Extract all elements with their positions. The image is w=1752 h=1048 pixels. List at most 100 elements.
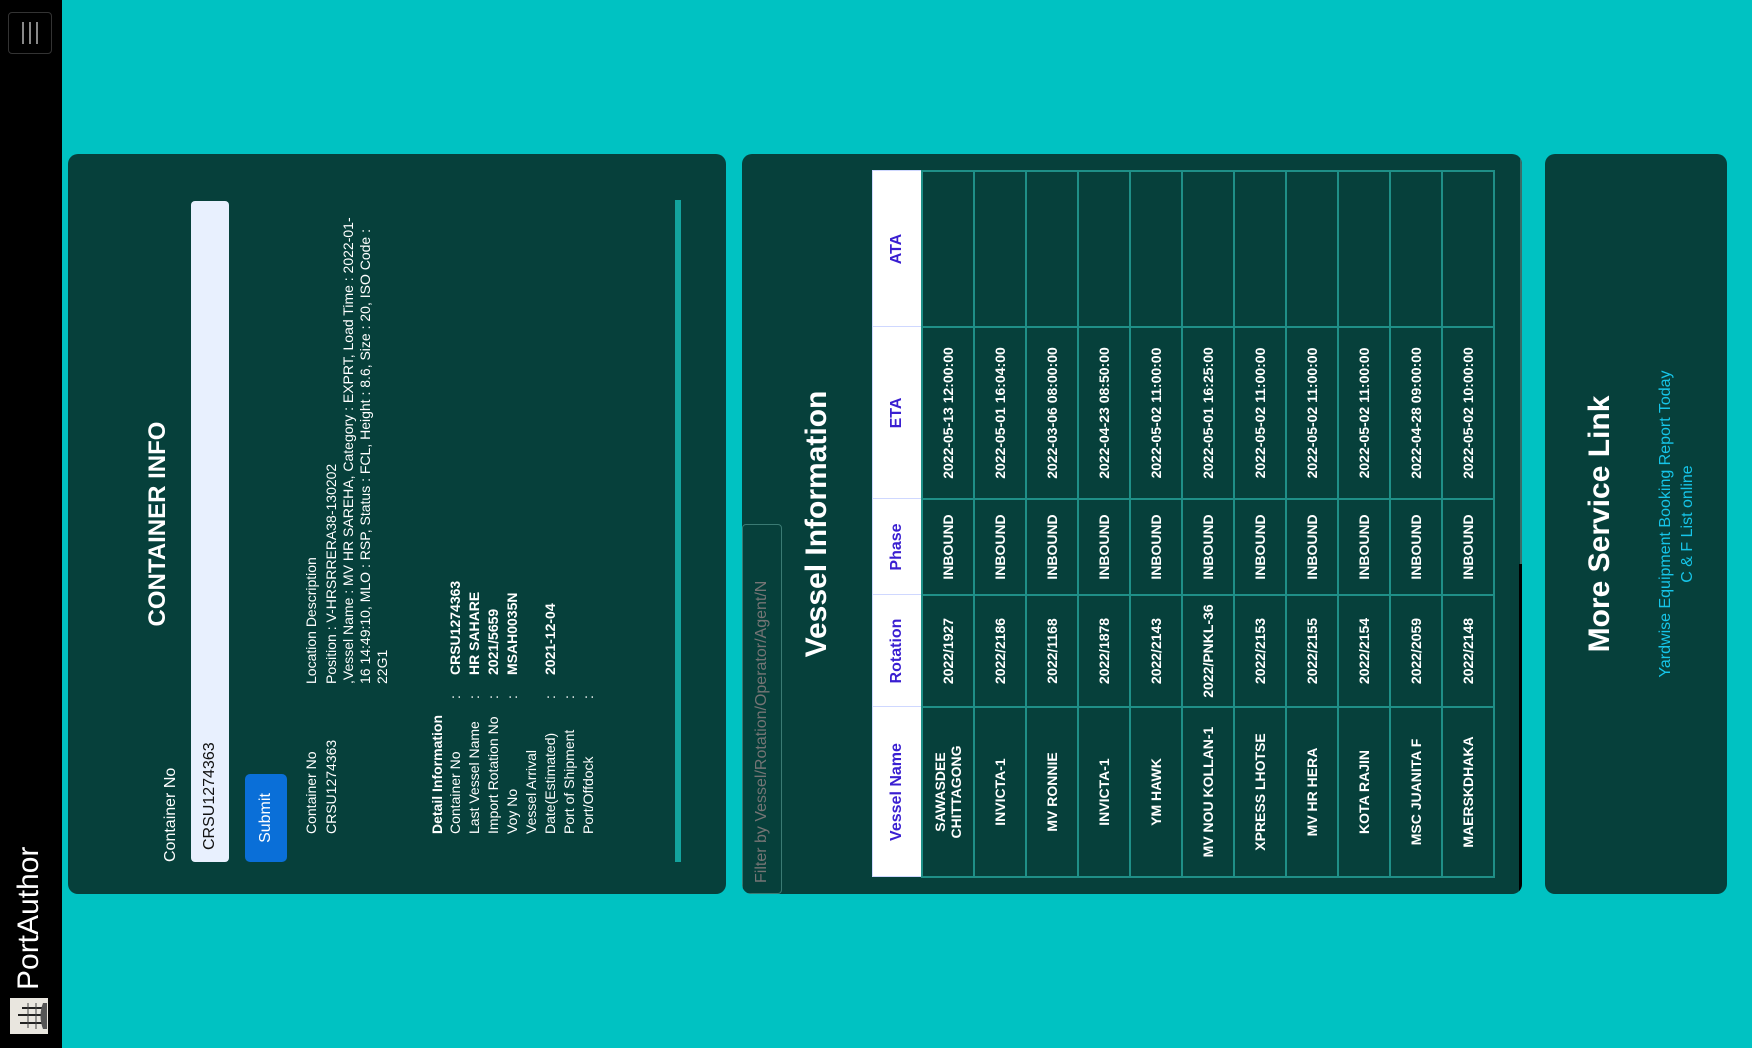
table-row[interactable]: MV HR HERA 2022/2155 INBOUND 2022-05-02 11:… bbox=[1286, 171, 1338, 877]
ata-cell bbox=[1286, 171, 1338, 327]
vessel-name-cell: MSC JUANITA F bbox=[1390, 707, 1442, 877]
detail-colon: : bbox=[561, 695, 577, 699]
column-header-rotation[interactable]: Rotation bbox=[872, 595, 922, 707]
table-row[interactable]: YM HAWK 2022/2143 INBOUND 2022-05-02 11:00:… bbox=[1130, 171, 1182, 877]
eta-cell: 2022-05-13 12:00:00 bbox=[922, 327, 974, 499]
service-links-panel: More Service Link Yardwise Equipment Boo… bbox=[1545, 154, 1727, 894]
table-row[interactable]: KOTA RAJIN 2022/2154 INBOUND 2022-05-02 11:… bbox=[1338, 171, 1390, 877]
column-header-eta[interactable]: ETA bbox=[872, 327, 922, 499]
detail-row: Vessel Arrival bbox=[523, 204, 542, 834]
location-header-description: Location Description bbox=[303, 557, 319, 684]
menu-button[interactable] bbox=[8, 12, 52, 54]
detail-value: 2021/5659 bbox=[485, 608, 501, 675]
rotation-cell: 2022/2143 bbox=[1130, 595, 1182, 707]
cf-list-link[interactable]: C & F List online bbox=[1677, 154, 1699, 894]
detail-colon: : bbox=[466, 695, 482, 699]
vessel-name-cell: SAWASDEE CHITTAGONG bbox=[922, 707, 974, 877]
eta-cell: 2022-04-28 09:00:00 bbox=[1390, 327, 1442, 499]
ata-cell bbox=[1026, 171, 1078, 327]
detail-row: Last Vessel Name: HR SAHARE bbox=[466, 204, 485, 834]
service-links-title: More Service Link bbox=[1583, 395, 1616, 653]
vessel-table: Vessel Name Rotation Phase ETA ATA SAWAS… bbox=[872, 170, 1495, 878]
phase-cell: INBOUND bbox=[1286, 499, 1338, 595]
ata-cell bbox=[922, 171, 974, 327]
phase-cell: INBOUND bbox=[1234, 499, 1286, 595]
detail-value: HR SAHARE bbox=[466, 591, 482, 675]
vessel-name-cell: YM HAWK bbox=[1130, 707, 1182, 877]
detail-colon: : bbox=[447, 695, 463, 699]
detail-row: Import Rotation No: 2021/5659 bbox=[485, 204, 504, 834]
ata-cell bbox=[1130, 171, 1182, 327]
brand-name: PortAuthor bbox=[12, 846, 45, 990]
detail-label: Port of Shipment bbox=[561, 729, 577, 834]
container-no-label: Container No bbox=[162, 767, 179, 862]
detail-label: Container No bbox=[447, 751, 463, 835]
table-row[interactable]: INVICTA-1 2022/2186 INBOUND 2022-05-01 16:0… bbox=[974, 171, 1026, 877]
rotation-cell: 2022/2154 bbox=[1338, 595, 1390, 707]
phase-cell: INBOUND bbox=[1078, 499, 1130, 595]
eta-cell: 2022-05-02 11:00:00 bbox=[1234, 327, 1286, 499]
eta-cell: 2022-05-02 10:00:00 bbox=[1442, 327, 1494, 499]
navbar: PortAuthor bbox=[0, 0, 62, 1048]
table-row[interactable]: MV NOU KOLLAN-1 2022/PNKL-36 INBOUND 2022-0… bbox=[1182, 171, 1234, 877]
table-row[interactable]: MAERSKDHAKA 2022/2148 INBOUND 2022-05-02 10… bbox=[1442, 171, 1494, 877]
detail-row: Port of Shipment: bbox=[561, 204, 580, 834]
location-details: ,Vessel Name : MV HR SAREHA, Category : … bbox=[340, 217, 390, 684]
eta-cell: 2022-05-01 16:25:00 bbox=[1182, 327, 1234, 499]
table-row[interactable]: XPRESS LHOTSE 2022/2153 INBOUND 2022-05-02 … bbox=[1234, 171, 1286, 877]
rotation-cell: 2022/2059 bbox=[1390, 595, 1442, 707]
port-logo-icon bbox=[10, 998, 48, 1034]
column-header-ata[interactable]: ATA bbox=[872, 171, 922, 327]
ata-cell bbox=[1234, 171, 1286, 327]
rotation-cell: 2022/2155 bbox=[1286, 595, 1338, 707]
table-scrollbar-thumb[interactable] bbox=[1519, 564, 1522, 894]
column-header-vessel-name[interactable]: Vessel Name bbox=[872, 707, 922, 877]
vessel-name-cell: XPRESS LHOTSE bbox=[1234, 707, 1286, 877]
detail-label: Date(Estimated) bbox=[542, 732, 558, 834]
detail-row: Date(Estimated): 2021-12-04 bbox=[542, 204, 561, 834]
vessel-name-cell: INVICTA-1 bbox=[1078, 707, 1130, 877]
rotation-cell: 2022/2186 bbox=[974, 595, 1026, 707]
hamburger-icon bbox=[22, 22, 38, 44]
brand[interactable]: PortAuthor bbox=[10, 847, 48, 1034]
submit-button[interactable]: Submit bbox=[245, 774, 287, 862]
ata-cell bbox=[1182, 171, 1234, 327]
yardwise-report-link[interactable]: Yardwise Equipment Booking Report Today bbox=[1655, 154, 1677, 894]
location-header-container: Container No bbox=[303, 751, 319, 835]
detail-colon bbox=[523, 675, 542, 699]
panel-scrollbar[interactable] bbox=[675, 200, 681, 862]
detail-title: Detail Information bbox=[429, 714, 445, 834]
column-header-phase[interactable]: Phase bbox=[872, 499, 922, 595]
container-result: Container No Location Description CRSU12… bbox=[303, 204, 599, 834]
vessel-name-cell: KOTA RAJIN bbox=[1338, 707, 1390, 877]
phase-cell: INBOUND bbox=[1130, 499, 1182, 595]
detail-information: Detail Information Container No: CRSU1274… bbox=[429, 204, 599, 834]
eta-cell: 2022-04-23 08:50:00 bbox=[1078, 327, 1130, 499]
detail-colon: : bbox=[542, 695, 558, 699]
phase-cell: INBOUND bbox=[1182, 499, 1234, 595]
container-no-input[interactable] bbox=[191, 201, 229, 862]
phase-cell: INBOUND bbox=[1026, 499, 1078, 595]
vessel-filter-input[interactable] bbox=[742, 524, 782, 894]
ata-cell bbox=[1390, 171, 1442, 327]
phase-cell: INBOUND bbox=[974, 499, 1026, 595]
table-row[interactable]: MV RONNIE 2022/1168 INBOUND 2022-03-06 08:0… bbox=[1026, 171, 1078, 877]
eta-cell: 2022-05-01 16:04:00 bbox=[974, 327, 1026, 499]
table-row[interactable]: MSC JUANITA F 2022/2059 INBOUND 2022-04-28 … bbox=[1390, 171, 1442, 877]
detail-label: Port/Offdock bbox=[580, 756, 596, 834]
table-row[interactable]: SAWASDEE CHITTAGONG 2022/1927 INBOUND 2022-… bbox=[922, 171, 974, 877]
ata-cell bbox=[1442, 171, 1494, 327]
vessel-name-cell: MV NOU KOLLAN-1 bbox=[1182, 707, 1234, 877]
vessel-info-panel: Vessel Information Vessel Name Rotation … bbox=[742, 154, 1522, 894]
ata-cell bbox=[974, 171, 1026, 327]
table-row[interactable]: INVICTA-1 2022/1878 INBOUND 2022-04-23 08:5… bbox=[1078, 171, 1130, 877]
eta-cell: 2022-05-02 11:00:00 bbox=[1286, 327, 1338, 499]
eta-cell: 2022-03-06 08:00:00 bbox=[1026, 327, 1078, 499]
location-container-no: CRSU1274363 bbox=[323, 739, 339, 834]
rotation-cell: 2022/2148 bbox=[1442, 595, 1494, 707]
phase-cell: INBOUND bbox=[922, 499, 974, 595]
detail-label: Voy No bbox=[504, 788, 520, 834]
detail-colon: : bbox=[580, 695, 596, 699]
detail-value: 2021-12-04 bbox=[542, 603, 558, 675]
container-info-panel: CONTAINER INFO Container No Submit Conta… bbox=[68, 154, 726, 894]
